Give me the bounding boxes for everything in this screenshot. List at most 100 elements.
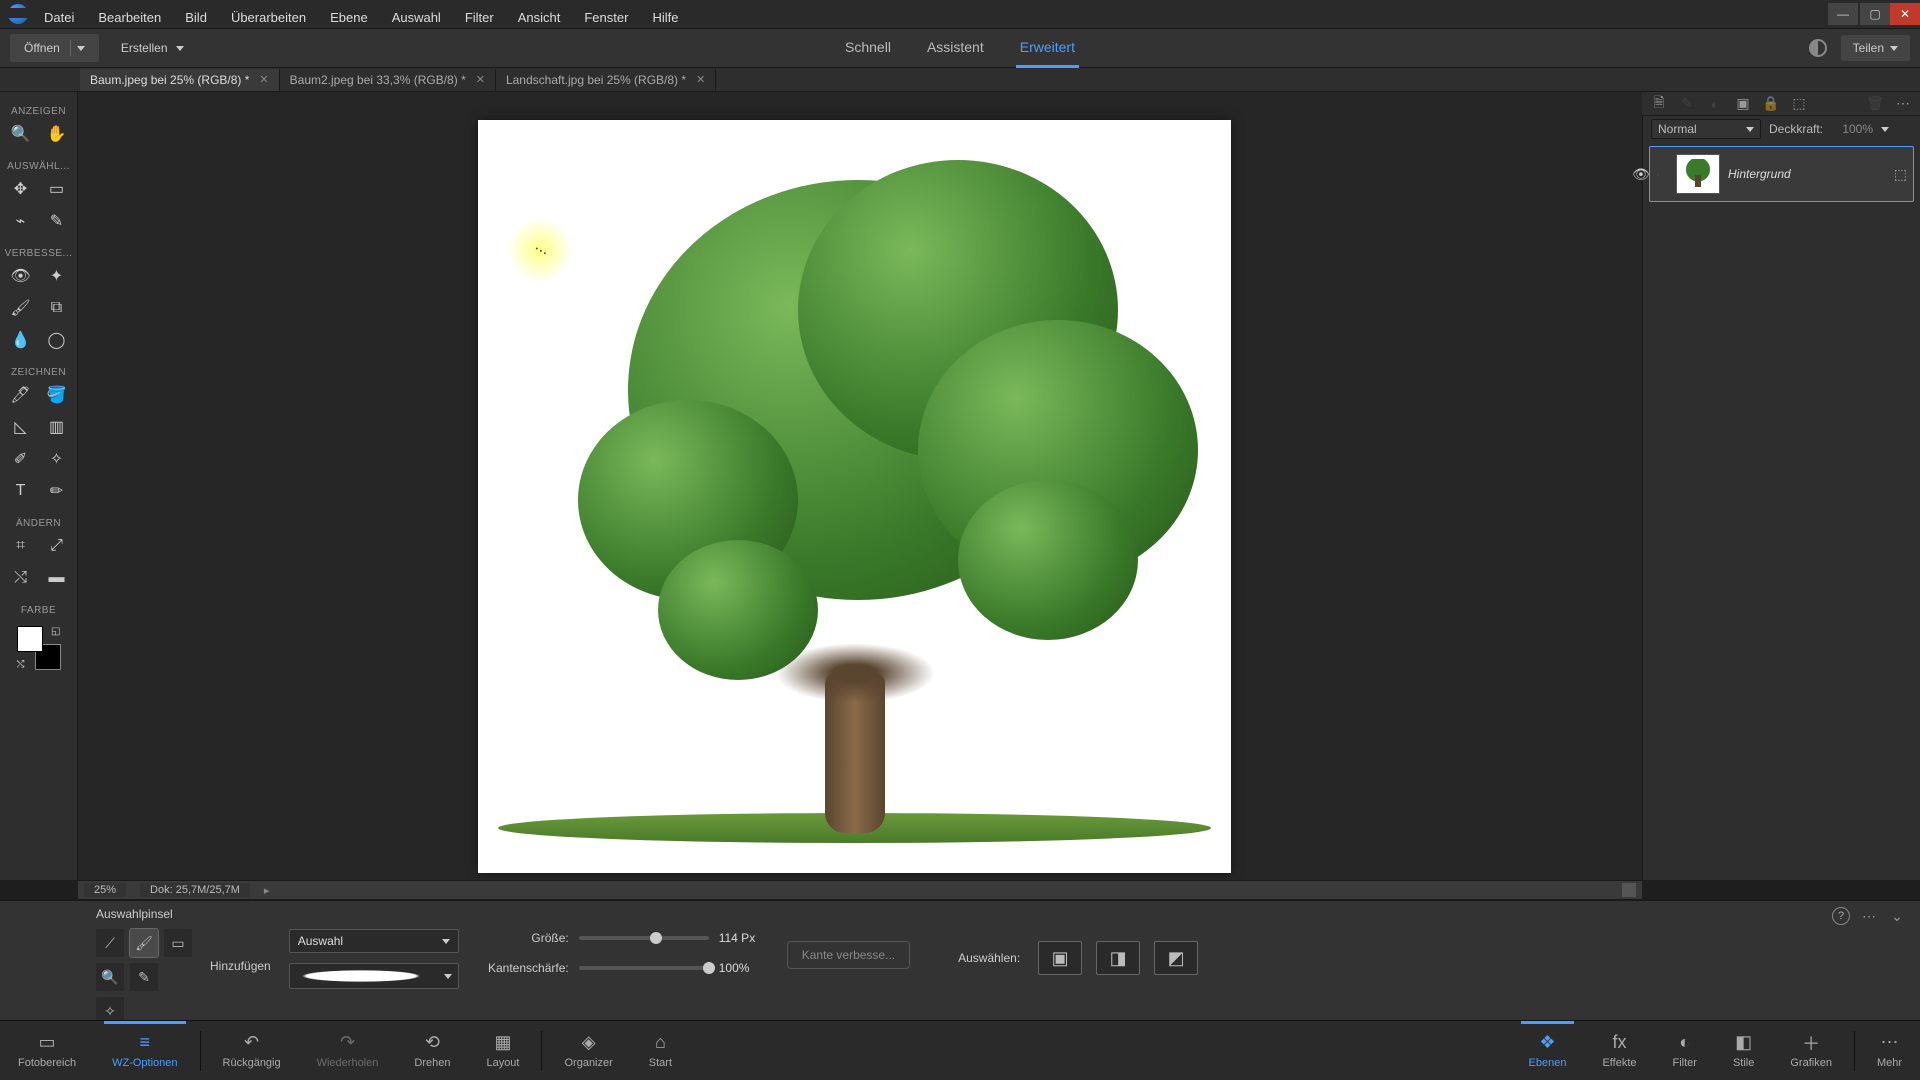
adjustment-layer-icon[interactable]: ◐ [1706,95,1724,113]
organizer-button[interactable]: ◈ Organizer [546,1027,630,1075]
brush-preset-select[interactable] [289,963,459,989]
window-close-button[interactable]: ✕ [1890,3,1920,25]
straighten-tool-icon[interactable]: ▬ [44,565,70,591]
layer-name[interactable]: Hintergrund [1728,167,1886,181]
fx-icon[interactable]: ⬚ [1790,95,1808,113]
selection-brush-subtool-icon[interactable]: ⟋ [96,929,124,957]
theme-toggle-icon[interactable] [1809,39,1827,57]
help-icon[interactable]: ? [1832,907,1850,925]
size-slider[interactable] [579,936,709,940]
document-tab[interactable]: Baum2.jpeg bei 33,3% (RGB/8) * ✕ [280,69,496,91]
gradient-tool-icon[interactable]: ▥ [44,414,70,440]
select-subject-icon[interactable]: ▣ [1038,941,1082,975]
spot-heal-tool-icon[interactable]: ✦ [44,263,70,289]
marquee-tool-icon[interactable]: ▭ [44,176,70,202]
tool-options-button[interactable]: ≡ WZ-Optionen [94,1027,195,1075]
lock-icon[interactable]: ⬚ [1894,166,1907,183]
lasso-tool-icon[interactable]: ⌁ [8,208,34,234]
mode-tab-expert[interactable]: Erweitert [1016,29,1079,68]
redeye-tool-icon[interactable]: 👁 [8,263,34,289]
open-button[interactable]: Öffnen [10,34,99,62]
pencil-tool-icon[interactable]: ✏ [44,478,70,504]
menu-bearbeiten[interactable]: Bearbeiten [94,8,165,27]
auto-selection-subtool-icon[interactable]: ✎ [130,963,158,991]
menu-ueberarbeiten[interactable]: Überarbeiten [227,8,310,27]
menu-fenster[interactable]: Fenster [580,8,632,27]
eyedropper-tool-icon[interactable]: ✐ [8,446,34,472]
menu-auswahl[interactable]: Auswahl [388,8,445,27]
mask-icon[interactable]: ▣ [1734,95,1752,113]
slider-thumb[interactable] [650,932,662,944]
menu-filter[interactable]: Filter [461,8,498,27]
selection-mode-select[interactable]: Auswahl [289,929,459,953]
start-button[interactable]: ⌂ Start [631,1027,690,1075]
refine-edge-button[interactable]: Kante verbesse... [787,941,910,969]
share-button[interactable]: Teilen [1841,35,1910,61]
quick-selection-subtool-icon[interactable]: 🖌 [130,929,158,957]
hand-tool-icon[interactable]: ✋ [44,121,70,147]
select-background-icon[interactable]: ◩ [1154,941,1198,975]
menu-bild[interactable]: Bild [181,8,211,27]
close-icon[interactable]: ✕ [696,73,705,86]
undo-button[interactable]: ↶ Rückgängig [205,1027,299,1075]
tool-options-menu-icon[interactable]: ⋯ [1860,907,1878,925]
eraser-tool-icon[interactable]: ◺ [8,414,34,440]
hardness-slider[interactable] [579,966,709,970]
shape-tool-icon[interactable]: ✧ [44,446,70,472]
collapse-icon[interactable]: ⌄ [1888,907,1906,925]
move-tool-icon[interactable]: ✥ [8,176,34,202]
zoom-tool-icon[interactable]: 🔍 [8,121,34,147]
content-move-tool-icon[interactable]: ⤭ [8,565,34,591]
filters-button[interactable]: ◐ Filter [1655,1027,1715,1075]
refine-selection-subtool-icon[interactable]: 🔍 [96,963,124,991]
mode-tab-quick[interactable]: Schnell [841,29,895,68]
size-value[interactable]: 114 Px [719,931,769,945]
layer-thumbnail[interactable] [1676,154,1720,194]
window-maximize-button[interactable]: ▢ [1860,3,1890,25]
layer-row[interactable]: 👁 · Hintergrund ⬚ [1649,146,1914,202]
crop-tool-icon[interactable]: ⌗ [8,533,34,559]
redo-button[interactable]: ↷ Wiederholen [299,1027,397,1075]
clone-stamp-tool-icon[interactable]: ⧉ [44,295,70,321]
brush-tool-icon[interactable]: 🖊 [8,382,34,408]
document-canvas[interactable] [478,120,1231,873]
recompose-tool-icon[interactable]: ⤢ [44,533,70,559]
lock-layer-icon[interactable]: 🔒 [1762,95,1780,113]
slider-thumb[interactable] [703,962,715,974]
zoom-level[interactable]: 25% [84,883,126,897]
rotate-button[interactable]: ⟲ Drehen [396,1027,468,1075]
foreground-color-swatch[interactable] [17,626,43,652]
default-colors-icon[interactable]: ◱ [51,626,60,637]
chevron-down-icon[interactable] [1881,127,1889,132]
document-tab[interactable]: Landschaft.jpg bei 25% (RGB/8) * ✕ [496,69,716,91]
layer-visibility-icon[interactable]: 👁 [1632,166,1648,183]
type-tool-icon[interactable]: T [8,478,34,504]
create-button[interactable]: Erstellen [111,35,194,61]
photobin-button[interactable]: ▭ Fotobereich [0,1027,94,1075]
panel-menu-icon[interactable]: ⋯ [1894,95,1912,113]
color-swatches[interactable]: ◱ ⤭ [17,626,61,670]
menu-datei[interactable]: Datei [40,8,78,27]
select-sky-icon[interactable]: ◨ [1096,941,1140,975]
close-icon[interactable]: ✕ [259,73,268,86]
menu-ansicht[interactable]: Ansicht [514,8,565,27]
new-layer-icon[interactable]: 🗎 [1650,95,1668,113]
styles-button[interactable]: ◧ Stile [1715,1027,1772,1075]
sponge-tool-icon[interactable]: ◯ [44,327,70,353]
hardness-value[interactable]: 100% [719,961,769,975]
layers-button[interactable]: ❖ Ebenen [1511,1027,1585,1075]
status-menu-icon[interactable]: ▸ [264,884,270,897]
quick-select-tool-icon[interactable]: ✎ [44,208,70,234]
new-group-icon[interactable]: ✎ [1678,95,1696,113]
window-minimize-button[interactable]: — [1828,3,1858,25]
blend-mode-select[interactable]: Normal [1651,119,1761,139]
menu-ebene[interactable]: Ebene [326,8,372,27]
smart-brush-tool-icon[interactable]: 🖌 [8,295,34,321]
delete-layer-icon[interactable]: 🗑 [1866,95,1884,113]
magic-wand-subtool-icon[interactable]: ▭ [164,929,192,957]
swap-colors-icon[interactable]: ⤭ [17,659,25,670]
layout-button[interactable]: ▦ Layout [468,1027,537,1075]
blur-tool-icon[interactable]: 💧 [8,327,34,353]
opacity-value[interactable]: 100% [1831,122,1873,136]
effects-button[interactable]: fx Effekte [1584,1027,1654,1075]
